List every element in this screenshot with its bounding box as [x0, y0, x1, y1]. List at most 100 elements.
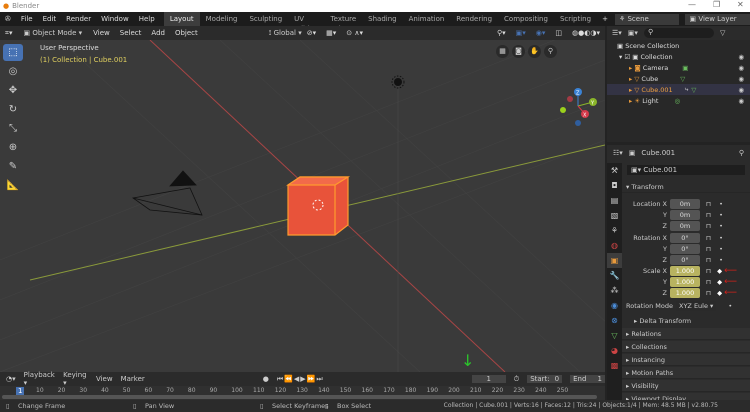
menu-object[interactable]: Object	[170, 29, 203, 37]
menu-file[interactable]: File	[16, 15, 38, 23]
select-box-tool-icon[interactable]: ⬚	[3, 44, 23, 61]
playhead[interactable]: 1	[16, 387, 25, 395]
physics-tab-icon[interactable]: ◉	[607, 298, 622, 313]
object-name-field[interactable]: ▣▾ Cube.001	[627, 165, 745, 175]
view-layer-tab-icon[interactable]: ▧	[607, 208, 622, 223]
marker-menu[interactable]: Marker	[121, 375, 145, 383]
eye-icon[interactable]: ◉	[738, 75, 744, 83]
pin-icon[interactable]: ⚲	[739, 149, 744, 157]
keyframe-dot-icon[interactable]: •	[719, 200, 723, 208]
move-tool-icon[interactable]: ✥	[3, 82, 23, 99]
tool-tab-icon[interactable]: ⚒	[607, 163, 622, 178]
tab-uv-editing[interactable]: UV Editing	[288, 12, 324, 33]
snap-icon[interactable]: ▦▾	[321, 29, 341, 37]
location-z-field[interactable]: 0m	[670, 220, 700, 231]
timeline-ruler[interactable]: 1 10 20 30 40 50 60 70 80 90 100 110 120 130 140 150 16…	[0, 386, 605, 400]
lock-icon[interactable]: ⊓	[706, 278, 711, 286]
rotate-tool-icon[interactable]: ↻	[3, 101, 23, 118]
menu-window[interactable]: Window	[96, 15, 134, 23]
cursor-tool-icon[interactable]: ◎	[3, 63, 23, 80]
lock-icon[interactable]: ⊓	[706, 222, 711, 230]
outliner-item-cube[interactable]: ▸ ▽ Cube ▽ ◉	[607, 73, 750, 84]
world-tab-icon[interactable]: ◍	[607, 238, 622, 253]
tab-compositing[interactable]: Compositing	[498, 12, 554, 26]
scale-y-field[interactable]: 1.000	[670, 276, 700, 287]
lock-icon[interactable]: ⊓	[706, 267, 711, 275]
proportional-edit-icon[interactable]: ⊙ ∧▾	[341, 29, 368, 37]
scene-selector[interactable]: ⚘ Scene	[614, 13, 680, 25]
location-x-field[interactable]: 0m	[670, 198, 700, 209]
filter-icon[interactable]: ▽	[720, 29, 725, 37]
tab-scripting[interactable]: Scripting	[554, 12, 597, 26]
collections-panel[interactable]: ▸ Collections	[622, 341, 750, 353]
3d-viewport[interactable]: ↓ Z Y X User Perspective (1) Collection …	[0, 40, 605, 372]
close-icon[interactable]: ✕	[737, 0, 744, 9]
keyframe-dot-icon[interactable]: •	[719, 211, 723, 219]
transform-panel-header[interactable]: ▾ Transform	[622, 181, 750, 193]
scale-z-field[interactable]: 1.000	[670, 287, 700, 298]
tab-sculpting[interactable]: Sculpting	[243, 12, 288, 26]
eye-icon[interactable]: ◉	[738, 97, 744, 105]
location-y-field[interactable]: 0m	[670, 209, 700, 220]
tab-animation[interactable]: Animation	[403, 12, 451, 26]
eye-icon[interactable]: ◉	[738, 53, 744, 61]
record-button[interactable]: ●	[263, 375, 269, 383]
keyframe-dot-icon[interactable]: •	[719, 234, 723, 242]
xray-icon[interactable]: ◫	[550, 29, 567, 37]
rotation-z-field[interactable]: 0°	[670, 254, 700, 265]
lock-icon[interactable]: ⊓	[706, 200, 711, 208]
outliner-collection[interactable]: ▾ ☑ ▣ Collection ◉	[607, 51, 750, 62]
pivot-icon[interactable]: ⊘▾	[302, 29, 321, 37]
keyframe-dot-icon[interactable]: •	[719, 256, 723, 264]
editor-type-icon[interactable]: ⌗▾	[0, 29, 17, 38]
lock-icon[interactable]: ⊓	[706, 211, 711, 219]
keyframe-dot-icon[interactable]: •	[719, 245, 723, 253]
timeline-editor-type-icon[interactable]: ◔▾	[6, 375, 16, 383]
minimize-icon[interactable]: —	[688, 0, 696, 9]
start-frame-field[interactable]: Start: 0	[527, 375, 563, 383]
add-workspace-button[interactable]: +	[597, 15, 613, 23]
modifier-tab-icon[interactable]: 🔧	[607, 268, 622, 283]
keyframe-diamond-icon[interactable]: ◆	[717, 267, 722, 275]
annotate-tool-icon[interactable]: ✎	[3, 158, 23, 175]
render-tab-icon[interactable]: ◘	[607, 178, 622, 193]
outliner-item-light[interactable]: ▸ ☀ Light ◎ ◉	[607, 95, 750, 106]
menu-render[interactable]: Render	[61, 15, 96, 23]
menu-help[interactable]: Help	[134, 15, 160, 23]
tab-texture-paint[interactable]: Texture Paint	[325, 12, 363, 33]
end-frame-field[interactable]: End 1	[570, 375, 606, 383]
particles-tab-icon[interactable]: ⁂	[607, 283, 622, 298]
scale-x-field[interactable]: 1.000	[670, 265, 700, 276]
display-mode-icon[interactable]: ▣▾	[628, 29, 638, 37]
visibility-icon[interactable]: ⚲▾	[492, 29, 511, 37]
timeline-scrollbar[interactable]	[2, 395, 597, 399]
current-frame-field[interactable]: 1	[471, 375, 506, 383]
stopwatch-icon[interactable]: ⏱	[514, 375, 519, 384]
keyframe-dot-icon[interactable]: •	[719, 222, 723, 230]
playback-controls[interactable]: ⏮⏪◀▶⏩⏭	[277, 375, 324, 384]
pan-hand-icon[interactable]: ✋	[528, 45, 541, 58]
keyframe-dot-icon[interactable]: •	[728, 302, 732, 310]
outliner-scene-collection[interactable]: ▣ Scene Collection	[607, 40, 750, 51]
menu-add[interactable]: Add	[146, 29, 170, 37]
keyframe-diamond-icon[interactable]: ◆	[717, 278, 722, 286]
timeline-view-menu[interactable]: View	[96, 375, 113, 383]
expand-icon[interactable]: ▾ ☑ ▣	[619, 53, 638, 61]
rotation-x-field[interactable]: 0°	[670, 232, 700, 243]
rotation-mode-dropdown[interactable]: XYZ Eule ▾	[676, 300, 717, 311]
outliner-search-input[interactable]: ⚲	[643, 28, 714, 38]
object-tab-icon[interactable]: ▣	[607, 253, 622, 268]
lock-icon[interactable]: ⊓	[706, 289, 711, 297]
eye-icon[interactable]: ◉	[738, 64, 744, 72]
blender-menu-icon[interactable]: ✇	[0, 15, 16, 23]
lock-icon[interactable]: ⊓	[706, 256, 711, 264]
tab-layout[interactable]: Layout	[163, 12, 200, 26]
properties-editor-type-icon[interactable]: ☷▾	[613, 149, 623, 157]
menu-select[interactable]: Select	[115, 29, 147, 37]
outliner-item-camera[interactable]: ▸ ◙ Camera ▣ ◉	[607, 62, 750, 73]
tab-rendering[interactable]: Rendering	[450, 12, 498, 26]
overlay-toggle-icon[interactable]: ◉▾	[531, 29, 551, 37]
mode-selector[interactable]: ▣ Object Mode ▾	[17, 29, 88, 37]
restore-icon[interactable]: ❐	[713, 0, 720, 9]
motion-paths-panel[interactable]: ▸ Motion Paths	[622, 367, 750, 379]
